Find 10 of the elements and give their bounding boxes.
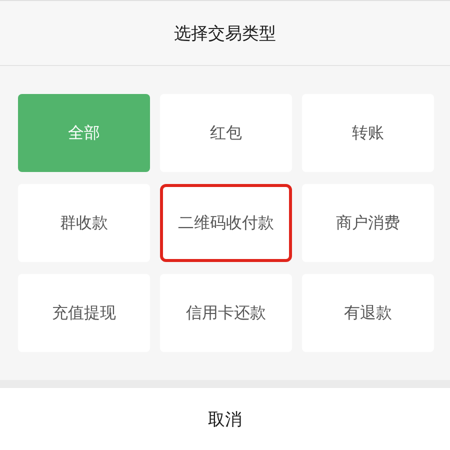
sheet-title: 选择交易类型 <box>174 22 276 44</box>
transaction-type-option[interactable]: 充值提现 <box>18 274 150 352</box>
transaction-type-option[interactable]: 有退款 <box>302 274 434 352</box>
transaction-type-option[interactable]: 群收款 <box>18 184 150 262</box>
transaction-type-option[interactable]: 信用卡还款 <box>160 274 292 352</box>
transaction-type-option[interactable]: 红包 <box>160 94 292 172</box>
cancel-button[interactable]: 取消 <box>0 380 450 450</box>
transaction-type-option[interactable]: 商户消费 <box>302 184 434 262</box>
transaction-type-option[interactable]: 二维码收付款 <box>160 184 292 262</box>
transaction-type-option[interactable]: 转账 <box>302 94 434 172</box>
